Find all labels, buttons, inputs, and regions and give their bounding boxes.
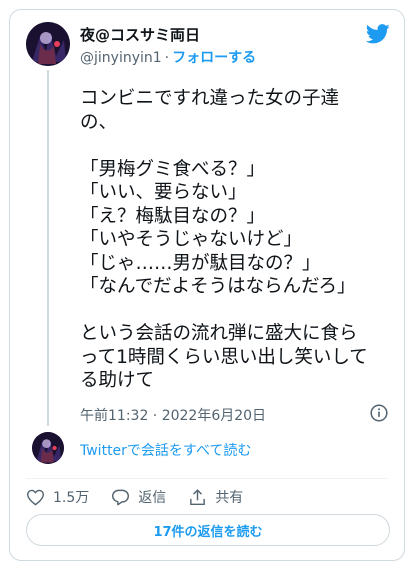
tweet-text: コンビニですれ違った女の子達 の、 「男梅グミ食べる？」 「いい、要らない」 「… <box>80 88 368 391</box>
action-bar: 1.5万 返信 共有 <box>26 485 265 509</box>
follow-button[interactable]: フォローする <box>172 50 256 66</box>
embedded-tweet-card: 夜@コスサミ両日 @jinyinyin1 · フォローする コンビニですれ違った女の… <box>9 9 405 561</box>
author-avatar[interactable] <box>26 22 70 66</box>
reply-bubble-icon <box>112 489 130 505</box>
heart-icon <box>26 489 45 505</box>
info-icon[interactable] <box>370 404 388 422</box>
tweet-timestamp[interactable]: 午前11:32 · 2022年6月20日 <box>80 405 266 425</box>
share-button[interactable]: 共有 <box>188 487 243 507</box>
read-conversation-link[interactable]: Twitterで会話をすべて読む <box>80 440 251 460</box>
twitter-bird-icon[interactable] <box>366 24 390 44</box>
share-label: 共有 <box>215 490 244 506</box>
divider <box>26 478 388 479</box>
author-handle-row: @jinyinyin1 · フォローする <box>80 47 256 67</box>
conversation-avatar[interactable] <box>32 432 64 464</box>
author-name[interactable]: 夜@コスサミ両日 <box>80 24 200 45</box>
thread-line <box>47 70 49 426</box>
like-button[interactable]: 1.5万 <box>26 487 89 507</box>
reply-label: 返信 <box>138 490 167 506</box>
share-icon <box>190 488 206 505</box>
author-handle[interactable]: @jinyinyin1 <box>80 50 162 66</box>
read-replies-button[interactable]: 17件の返信を読む <box>26 514 390 546</box>
separator-dot: · <box>164 50 170 66</box>
reply-button[interactable]: 返信 <box>111 487 166 507</box>
like-count: 1.5万 <box>53 490 90 506</box>
